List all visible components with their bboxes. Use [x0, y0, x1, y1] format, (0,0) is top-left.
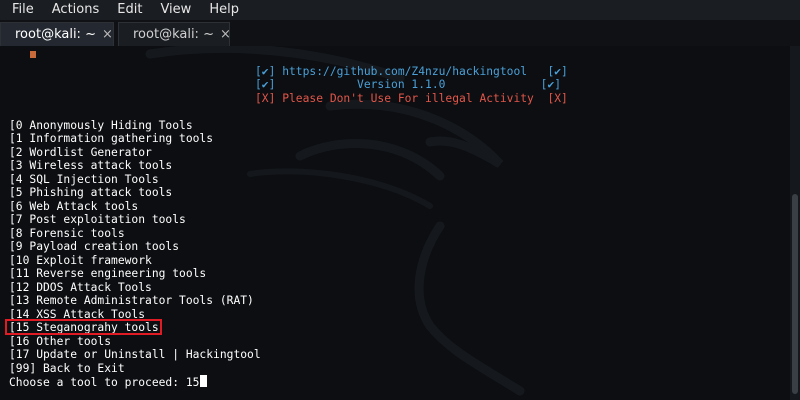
- menu-view[interactable]: View: [150, 0, 199, 20]
- idle-cursor: [30, 51, 36, 58]
- menu-item-9: [9 Payload creation tools: [9, 240, 180, 253]
- tab-label: root@kali: ~: [133, 27, 214, 42]
- menu-item-8: [8 Forensic tools: [9, 227, 125, 240]
- menu-item-17: [17 Update or Uninstall | Hackingtool: [9, 348, 261, 361]
- menu-item-6: [6 Web Attack tools: [9, 200, 139, 213]
- menu-bar: File Actions Edit View Help: [0, 0, 800, 20]
- header-warning-line: [X] Please Don't Use For illegal Activit…: [255, 92, 568, 105]
- menu-item-11: [11 Reverse engineering tools: [9, 267, 207, 280]
- menu-item-12: [12 DDOS Attack Tools: [9, 281, 152, 294]
- menu-help[interactable]: Help: [199, 0, 247, 20]
- menu-item-13: [13 Remote Administrator Tools (RAT): [9, 294, 254, 307]
- close-icon[interactable]: ×: [220, 27, 231, 42]
- menu-item-3: [3 Wireless attack tools: [9, 159, 173, 172]
- menu-item-4: [4 SQL Injection Tools: [9, 173, 159, 186]
- tab-bar: root@kali: ~ × root@kali: ~ ×: [0, 20, 800, 48]
- menu-item-0: [0 Anonymously Hiding Tools: [9, 119, 193, 132]
- menu-item-10: [10 Exploit framework: [9, 254, 152, 267]
- highlight-annotation-box: [5, 319, 162, 335]
- menu-item-16: [16 Other tools: [9, 335, 112, 348]
- text-cursor: [200, 375, 208, 387]
- terminal-area[interactable]: [✔] https://github.com/Z4nzu/hackingtool…: [0, 46, 790, 400]
- menu-item-5: [5 Phishing attack tools: [9, 186, 173, 199]
- prompt-text: Choose a tool to proceed:: [9, 376, 186, 389]
- header-github-line: [✔] https://github.com/Z4nzu/hackingtool…: [255, 65, 568, 78]
- tab-terminal-2[interactable]: root@kali: ~ ×: [118, 22, 231, 46]
- menu-file[interactable]: File: [0, 0, 42, 20]
- scrollbar-thumb[interactable]: [792, 194, 798, 394]
- menu-actions[interactable]: Actions: [42, 0, 108, 20]
- menu-item-1: [1 Information gathering tools: [9, 132, 214, 145]
- scrollbar[interactable]: [790, 46, 800, 400]
- tab-label: root@kali: ~: [15, 27, 96, 42]
- header-version-line: [✔] Version 1.1.0 [✔]: [255, 78, 562, 91]
- menu-edit[interactable]: Edit: [107, 0, 150, 20]
- tab-terminal-1[interactable]: root@kali: ~ ×: [0, 22, 114, 48]
- prompt-input[interactable]: 15: [186, 376, 200, 389]
- close-icon[interactable]: ×: [102, 27, 113, 42]
- command-prompt[interactable]: Choose a tool to proceed: 15: [9, 375, 208, 390]
- menu-item-99: [99] Back to Exit: [9, 362, 125, 375]
- menu-item-7: [7 Post exploitation tools: [9, 213, 186, 226]
- menu-item-2: [2 Wordlist Generator: [9, 146, 152, 159]
